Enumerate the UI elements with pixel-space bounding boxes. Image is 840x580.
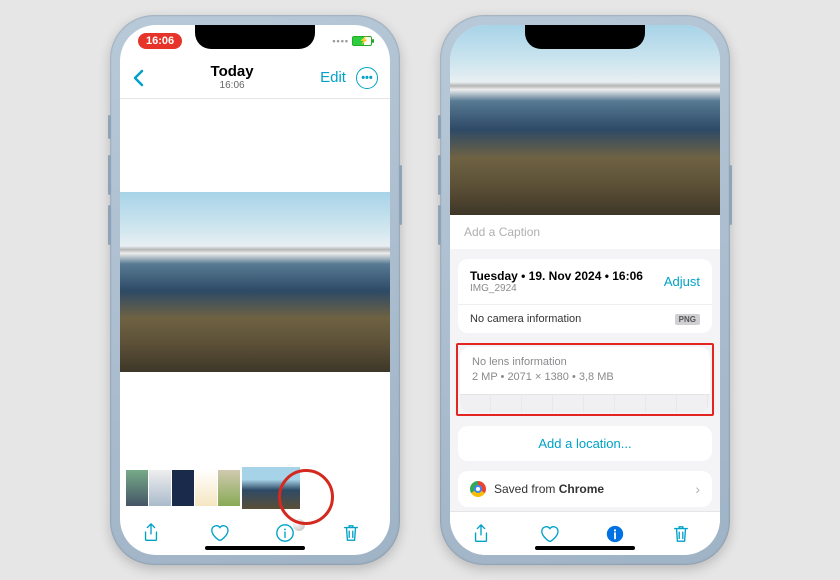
favorite-button[interactable]	[539, 525, 565, 543]
nav-title: Today	[211, 64, 254, 81]
nav-subtitle: 16:06	[211, 80, 254, 91]
mute-switch	[108, 115, 111, 139]
saved-from-app: Chrome	[559, 482, 604, 496]
info-button[interactable]	[275, 523, 301, 543]
photo-main	[120, 192, 390, 372]
camera-info: No camera information	[470, 313, 581, 325]
share-icon	[472, 524, 490, 544]
image-specs: 2 MP • 2071 × 1380 • 3,8 MB	[472, 370, 698, 385]
metadata-card: Tuesday • 19. Nov 2024 • 16:06 IMG_2924 …	[458, 259, 712, 333]
thumbnail[interactable]	[195, 470, 217, 506]
screen-left: 16:06 •••• ⚡ Today 16:06 Edit •••	[120, 25, 390, 555]
add-location-label: Add a location...	[538, 436, 631, 451]
thumbnail[interactable]	[126, 470, 148, 506]
share-icon	[142, 523, 160, 543]
volume-up	[438, 155, 441, 195]
phone-left: 16:06 •••• ⚡ Today 16:06 Edit •••	[110, 15, 400, 565]
photo-viewport[interactable]	[120, 99, 390, 465]
thumbnail[interactable]	[218, 470, 240, 506]
signal-icon: ••••	[332, 36, 349, 46]
lens-info-box: No lens information 2 MP • 2071 × 1380 •…	[460, 347, 710, 394]
caption-input[interactable]: Add a Caption	[450, 215, 720, 259]
home-indicator[interactable]	[205, 546, 305, 550]
adjust-button[interactable]: Adjust	[664, 274, 700, 289]
chevron-right-icon: ›	[695, 481, 700, 497]
thumbnail[interactable]	[149, 470, 171, 506]
info-icon	[275, 523, 295, 543]
photo-preview[interactable]	[450, 25, 720, 215]
screen-right: Add a Caption Tuesday • 19. Nov 2024 • 1…	[450, 25, 720, 555]
saved-from-prefix: Saved from	[494, 482, 559, 496]
power-button	[729, 165, 732, 225]
share-button[interactable]	[142, 523, 168, 543]
back-button[interactable]	[132, 69, 144, 87]
format-badge: PNG	[675, 314, 700, 325]
histogram	[460, 394, 710, 412]
annotation-box: No lens information 2 MP • 2071 × 1380 •…	[456, 343, 714, 416]
mute-switch	[438, 115, 441, 139]
phone-right: Add a Caption Tuesday • 19. Nov 2024 • 1…	[440, 15, 730, 565]
nav-title-group: Today 16:06	[211, 64, 254, 92]
volume-up	[108, 155, 111, 195]
ellipsis-icon: •••	[361, 72, 373, 84]
delete-button[interactable]	[672, 524, 698, 544]
share-button[interactable]	[472, 524, 498, 544]
info-dot-icon	[293, 519, 305, 531]
saved-from-card[interactable]: Saved from Chrome ›	[458, 471, 712, 507]
thumbnail[interactable]	[172, 470, 194, 506]
delete-button[interactable]	[342, 523, 368, 543]
nav-header: Today 16:06 Edit •••	[120, 57, 390, 99]
info-filled-icon	[605, 524, 625, 544]
filename: IMG_2924	[470, 283, 643, 294]
trash-icon	[672, 524, 690, 544]
add-location-card[interactable]: Add a location...	[458, 426, 712, 461]
more-button[interactable]: •••	[356, 67, 378, 89]
info-panel[interactable]: Add a Caption Tuesday • 19. Nov 2024 • 1…	[450, 215, 720, 511]
home-indicator[interactable]	[535, 546, 635, 550]
notch	[525, 25, 645, 49]
thumbnail-current[interactable]	[241, 466, 301, 510]
trash-icon	[342, 523, 360, 543]
volume-down	[108, 205, 111, 245]
notch	[195, 25, 315, 49]
heart-icon	[539, 525, 559, 543]
date-line: Tuesday • 19. Nov 2024 • 16:06	[470, 269, 643, 283]
chevron-left-icon	[132, 69, 144, 87]
edit-button[interactable]: Edit	[320, 69, 346, 86]
info-button-active[interactable]	[605, 524, 631, 544]
status-icons: •••• ⚡	[332, 36, 372, 46]
heart-icon	[209, 524, 229, 542]
status-time-pill: 16:06	[138, 33, 182, 49]
favorite-button[interactable]	[209, 524, 235, 542]
power-button	[399, 165, 402, 225]
lens-info: No lens information	[472, 355, 698, 370]
saved-from-label: Saved from Chrome	[494, 482, 604, 496]
volume-down	[438, 205, 441, 245]
chrome-icon	[470, 481, 486, 497]
battery-icon: ⚡	[352, 36, 372, 46]
thumbnail-strip[interactable]	[120, 465, 390, 511]
